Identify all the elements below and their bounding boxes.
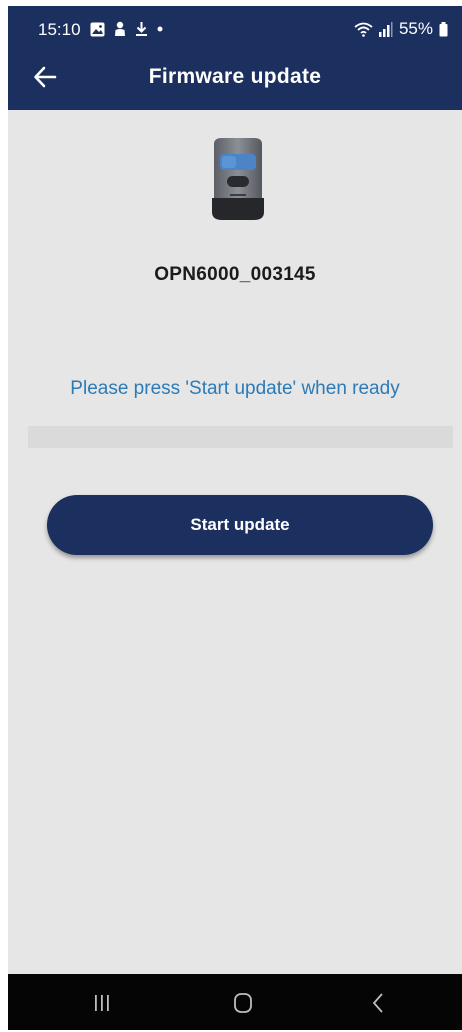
- start-update-button[interactable]: Start update: [47, 495, 433, 555]
- remote-device-icon: [212, 138, 264, 220]
- home-icon[interactable]: [228, 990, 258, 1016]
- dot-icon: [157, 26, 163, 32]
- signal-icon: [378, 21, 393, 37]
- status-time: 15:10: [38, 20, 81, 39]
- system-nav-bar: [8, 974, 462, 1030]
- download-icon: [136, 22, 147, 36]
- app-screen: 15:10 55% Firmware update OPN6000_003145…: [8, 6, 462, 1030]
- page-title: Firmware update: [148, 65, 322, 88]
- status-bar: 15:10 55%: [8, 6, 462, 52]
- device-name: OPN6000_003145: [154, 264, 316, 285]
- instruction-text: Please press 'Start update' when ready: [70, 378, 400, 399]
- wifi-icon: [354, 22, 373, 37]
- battery-percentage: 55%: [398, 19, 433, 38]
- person-icon: [115, 21, 125, 36]
- image-icon: [90, 22, 105, 36]
- toolbar: Firmware update: [8, 52, 462, 110]
- back-icon[interactable]: [364, 990, 394, 1016]
- battery-icon: [439, 21, 448, 36]
- notification-icons: [90, 21, 163, 37]
- app-header: 15:10 55% Firmware update: [8, 6, 462, 110]
- progress-bar: [28, 426, 453, 448]
- recents-icon[interactable]: [87, 990, 117, 1016]
- system-icons: 55%: [354, 19, 448, 39]
